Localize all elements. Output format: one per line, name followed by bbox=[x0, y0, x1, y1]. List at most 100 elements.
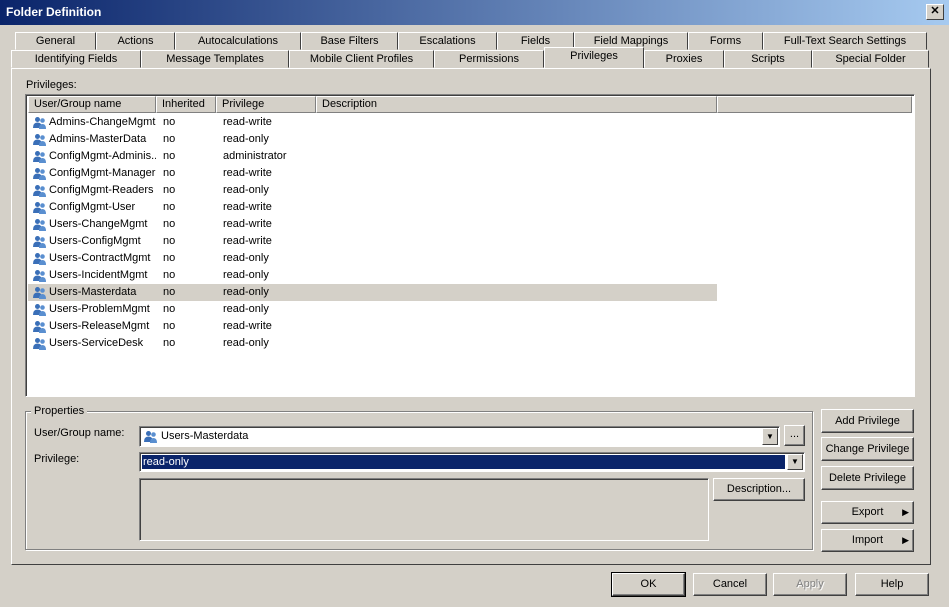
delete-privilege-label: Delete Privilege bbox=[828, 472, 907, 484]
table-row[interactable]: Users-ProblemMgmt no read-only bbox=[28, 301, 717, 318]
col-header-inherited-label: Inherited bbox=[162, 98, 205, 110]
cell-inherited: no bbox=[163, 252, 176, 264]
cell-privilege: read-only bbox=[223, 303, 269, 315]
table-row[interactable]: Users-ReleaseMgmt no read-write bbox=[28, 318, 717, 335]
tab-privileges[interactable]: Privileges bbox=[544, 47, 644, 68]
tab-mobile-client-profiles[interactable]: Mobile Client Profiles bbox=[289, 50, 434, 68]
tab-label: Privileges bbox=[570, 50, 618, 62]
user-group-icon bbox=[33, 287, 46, 299]
table-row[interactable]: Users-IncidentMgmt no read-only bbox=[28, 267, 717, 284]
tab-escalations[interactable]: Escalations bbox=[398, 32, 497, 50]
cell-privilege: read-only bbox=[223, 337, 269, 349]
cancel-button[interactable]: Cancel bbox=[693, 573, 767, 596]
tab-identifying-fields[interactable]: Identifying Fields bbox=[11, 50, 141, 68]
triangle-right-icon: ▶ bbox=[902, 535, 909, 545]
close-icon: ✕ bbox=[930, 5, 940, 17]
privilege-dropdown-button[interactable]: ▼ bbox=[787, 454, 803, 470]
privilege-combobox[interactable]: read-only ▼ bbox=[139, 452, 805, 472]
tab-label: Special Folder bbox=[835, 53, 906, 65]
col-header-user-group[interactable]: User/Group name bbox=[28, 96, 156, 113]
description-textarea[interactable] bbox=[139, 478, 709, 541]
col-header-filler bbox=[717, 96, 912, 113]
cell-inherited: no bbox=[163, 167, 176, 179]
col-header-inherited[interactable]: Inherited bbox=[156, 96, 216, 113]
cell-inherited: no bbox=[163, 286, 176, 298]
cell-inherited: no bbox=[163, 116, 176, 128]
privilege-label: Privilege: bbox=[34, 453, 79, 465]
user-group-combobox[interactable]: Users-Masterdata ▼ bbox=[139, 426, 780, 447]
table-row[interactable]: Admins-MasterData no read-only bbox=[28, 131, 717, 148]
tab-forms[interactable]: Forms bbox=[688, 32, 763, 50]
table-row[interactable]: Admins-ChangeMgmt no read-write bbox=[28, 114, 717, 131]
cell-inherited: no bbox=[163, 337, 176, 349]
export-button[interactable]: Export ▶ bbox=[821, 501, 914, 524]
tab-autocalculations[interactable]: Autocalculations bbox=[175, 32, 301, 50]
cell-inherited: no bbox=[163, 150, 176, 162]
privileges-table[interactable]: User/Group name Inherited Privilege Desc… bbox=[25, 94, 915, 397]
table-row[interactable]: ConfigMgmt-Manager no read-write bbox=[28, 165, 717, 182]
cell-privilege: read-only bbox=[223, 133, 269, 145]
table-row[interactable]: ConfigMgmt-Adminis... no administrator bbox=[28, 148, 717, 165]
cell-user-group: Users-Masterdata bbox=[49, 286, 137, 298]
tab-message-templates[interactable]: Message Templates bbox=[141, 50, 289, 68]
cell-privilege: read-only bbox=[223, 252, 269, 264]
cell-user-group: Users-ConfigMgmt bbox=[49, 235, 141, 247]
export-label: Export bbox=[851, 506, 884, 518]
cell-privilege: read-only bbox=[223, 269, 269, 281]
chevron-down-icon: ▼ bbox=[766, 432, 774, 441]
table-row[interactable]: ConfigMgmt-User no read-write bbox=[28, 199, 717, 216]
help-button[interactable]: Help bbox=[855, 573, 929, 596]
cell-privilege: read-write bbox=[223, 167, 272, 179]
browse-button[interactable]: ... bbox=[784, 425, 805, 446]
cell-inherited: no bbox=[163, 133, 176, 145]
close-button[interactable]: ✕ bbox=[926, 4, 944, 20]
help-label: Help bbox=[880, 578, 904, 590]
description-button[interactable]: Description... bbox=[713, 478, 805, 501]
col-header-privilege[interactable]: Privilege bbox=[216, 96, 316, 113]
table-row[interactable]: Users-ContractMgmt no read-only bbox=[28, 250, 717, 267]
browse-button-label: ... bbox=[789, 428, 800, 440]
table-row[interactable]: Users-ChangeMgmt no read-write bbox=[28, 216, 717, 233]
cell-user-group: Users-ChangeMgmt bbox=[49, 218, 148, 230]
table-row[interactable]: Users-ServiceDesk no read-only bbox=[28, 335, 717, 352]
col-header-description[interactable]: Description bbox=[316, 96, 717, 113]
user-group-icon bbox=[33, 134, 46, 146]
tab-base-filters[interactable]: Base Filters bbox=[301, 32, 398, 50]
table-row[interactable]: Users-ConfigMgmt no read-write bbox=[28, 233, 717, 250]
cell-user-group: ConfigMgmt-Manager bbox=[49, 167, 156, 179]
tab-general[interactable]: General bbox=[15, 32, 96, 50]
apply-button[interactable]: Apply bbox=[773, 573, 847, 596]
cell-inherited: no bbox=[163, 320, 176, 332]
change-privilege-button[interactable]: Change Privilege bbox=[821, 437, 914, 461]
tab-label: Fields bbox=[520, 35, 551, 47]
tab-special-folder[interactable]: Special Folder bbox=[812, 50, 929, 68]
user-group-dropdown-button[interactable]: ▼ bbox=[762, 428, 778, 445]
user-group-icon bbox=[33, 304, 46, 316]
cell-inherited: no bbox=[163, 201, 176, 213]
table-row[interactable]: ConfigMgmt-Readers no read-only bbox=[28, 182, 717, 199]
user-group-icon bbox=[33, 270, 46, 282]
user-group-icon bbox=[144, 431, 157, 443]
user-group-icon bbox=[33, 338, 46, 350]
import-label: Import bbox=[851, 534, 884, 546]
cell-inherited: no bbox=[163, 184, 176, 196]
tab-scripts[interactable]: Scripts bbox=[724, 50, 812, 68]
privilege-selection: read-only bbox=[141, 454, 786, 470]
window-titlebar: Folder Definition bbox=[0, 0, 949, 25]
tab-proxies[interactable]: Proxies bbox=[644, 50, 724, 68]
user-group-icon bbox=[33, 168, 46, 180]
add-privilege-button[interactable]: Add Privilege bbox=[821, 409, 914, 433]
cell-user-group: ConfigMgmt-Adminis... bbox=[49, 150, 156, 162]
import-button[interactable]: Import ▶ bbox=[821, 529, 914, 552]
tab-permissions[interactable]: Permissions bbox=[434, 50, 544, 68]
ok-button[interactable]: OK bbox=[611, 572, 686, 597]
delete-privilege-button[interactable]: Delete Privilege bbox=[821, 466, 914, 490]
user-group-icon bbox=[33, 253, 46, 265]
tab-label: Identifying Fields bbox=[34, 53, 118, 65]
privilege-value: read-only bbox=[143, 456, 189, 468]
tab-full-text-search-settings[interactable]: Full-Text Search Settings bbox=[763, 32, 927, 50]
table-row[interactable]: Users-Masterdata no read-only bbox=[28, 284, 717, 301]
cell-inherited: no bbox=[163, 235, 176, 247]
tab-actions[interactable]: Actions bbox=[96, 32, 175, 50]
tab-label: Scripts bbox=[751, 53, 785, 65]
